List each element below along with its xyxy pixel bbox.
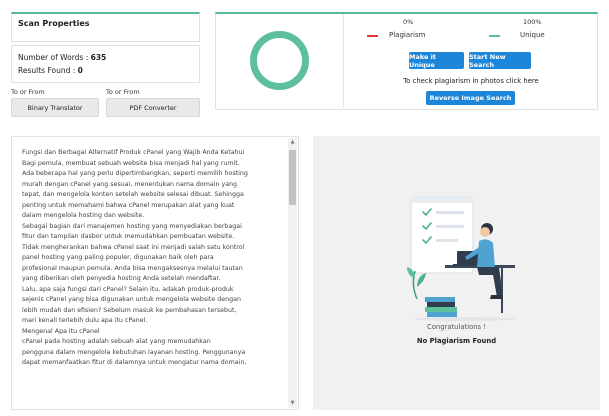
text-line: Lalu, apa saja fungsi dari cPanel? Selai… bbox=[22, 285, 234, 293]
text-scrollbar[interactable]: ▲ ▼ bbox=[288, 138, 297, 408]
results-found: Results Found : 0 bbox=[12, 62, 199, 75]
pdf-converter-button[interactable]: PDF Converter bbox=[106, 98, 200, 117]
scroll-thumb[interactable] bbox=[289, 150, 296, 205]
results-divider bbox=[343, 14, 344, 108]
text-line: Fungsi dan Berbagai Alternatif Produk cP… bbox=[22, 149, 245, 156]
text-line: pengguna dalam mengelola kebutuhan layan… bbox=[22, 348, 246, 356]
checked-text: Fungsi dan Berbagai Alternatif Produk cP… bbox=[22, 148, 284, 369]
text-line: dalam mengelola hosting dan website. bbox=[22, 212, 145, 219]
text-line: yang diberikan oleh penyedia hosting And… bbox=[22, 275, 221, 282]
text-line: Sebagai bagian dari manajemen hosting ya… bbox=[22, 222, 242, 230]
word-count-label: Number of Words : bbox=[18, 53, 89, 62]
word-count: Number of Words : 635 bbox=[12, 46, 199, 62]
plagiarism-percent: 0% bbox=[403, 18, 414, 26]
binary-to-label: To or From bbox=[11, 88, 45, 96]
uniqueness-donut-chart bbox=[250, 31, 309, 90]
make-unique-button[interactable]: Make it Unique bbox=[409, 52, 464, 69]
results-found-label: Results Found : bbox=[18, 66, 76, 75]
text-line: panel hosting yang paling populer, digun… bbox=[22, 254, 214, 261]
unique-legend-label: Unique bbox=[520, 31, 545, 39]
pdf-to-label: To or From bbox=[106, 88, 140, 96]
scan-stats-panel: Number of Words : 635 Results Found : 0 bbox=[11, 45, 200, 83]
plagiarism-legend-swatch bbox=[367, 35, 378, 37]
scan-properties-title: Scan Properties bbox=[18, 19, 90, 28]
text-line: fitur dan tampilan dasbor untuk memudahk… bbox=[22, 233, 235, 240]
text-line: profesional maupun pemula. Anda bisa men… bbox=[22, 264, 243, 272]
text-line: cPanel pada hosting adalah sebuah alat y… bbox=[22, 338, 211, 345]
binary-translator-button[interactable]: Binary Translator bbox=[11, 98, 99, 117]
start-new-search-button[interactable]: Start New Search bbox=[469, 52, 531, 69]
text-line: Ada beberapa hal yang perlu dipertimbang… bbox=[22, 170, 248, 177]
no-plagiarism-illustration-icon bbox=[407, 196, 517, 321]
unique-percent: 100% bbox=[523, 18, 542, 26]
scan-properties-header: Scan Properties bbox=[11, 12, 200, 42]
text-line: penting untuk memahami bahwa cPanel meru… bbox=[22, 201, 235, 209]
text-line: tepat, dan mengelola konten setelah webs… bbox=[22, 191, 244, 198]
plagiarism-legend-label: Plagiarism bbox=[389, 31, 426, 39]
text-input-area[interactable]: Fungsi dan Berbagai Alternatif Produk cP… bbox=[11, 136, 299, 410]
text-line: Mengenal Apa itu cPanel bbox=[22, 327, 100, 335]
text-line: Bagi pemula, membuat sebuah website bisa… bbox=[22, 159, 240, 167]
text-line: lebih mudah dan efisien? Sebelum masuk k… bbox=[22, 306, 237, 314]
congrats-text: Congratulations ! bbox=[427, 323, 486, 331]
scroll-up-icon[interactable]: ▲ bbox=[288, 138, 297, 147]
word-count-value: 635 bbox=[90, 53, 107, 62]
text-line: mari kenali terlebih dulu apa itu cPanel… bbox=[22, 317, 148, 324]
text-line: sejenis cPanel yang bisa digunakan untuk… bbox=[22, 296, 241, 303]
scroll-down-icon[interactable]: ▼ bbox=[288, 399, 297, 408]
text-line: murah dengan cPanel yang sesuai, menentu… bbox=[22, 180, 238, 188]
unique-legend-swatch bbox=[489, 35, 500, 37]
text-line: dapat memanfaatkan fitur di dalamnya unt… bbox=[22, 359, 247, 366]
results-found-value: 0 bbox=[77, 66, 83, 75]
photo-check-text: To check plagiarism in photos click here bbox=[403, 77, 539, 85]
text-line: Tidak mengherankan bahwa cPanel saat ini… bbox=[22, 243, 245, 251]
reverse-image-search-button[interactable]: Reverse Image Search bbox=[426, 91, 515, 105]
no-plagiarism-text: No Plagiarism Found bbox=[416, 337, 497, 345]
